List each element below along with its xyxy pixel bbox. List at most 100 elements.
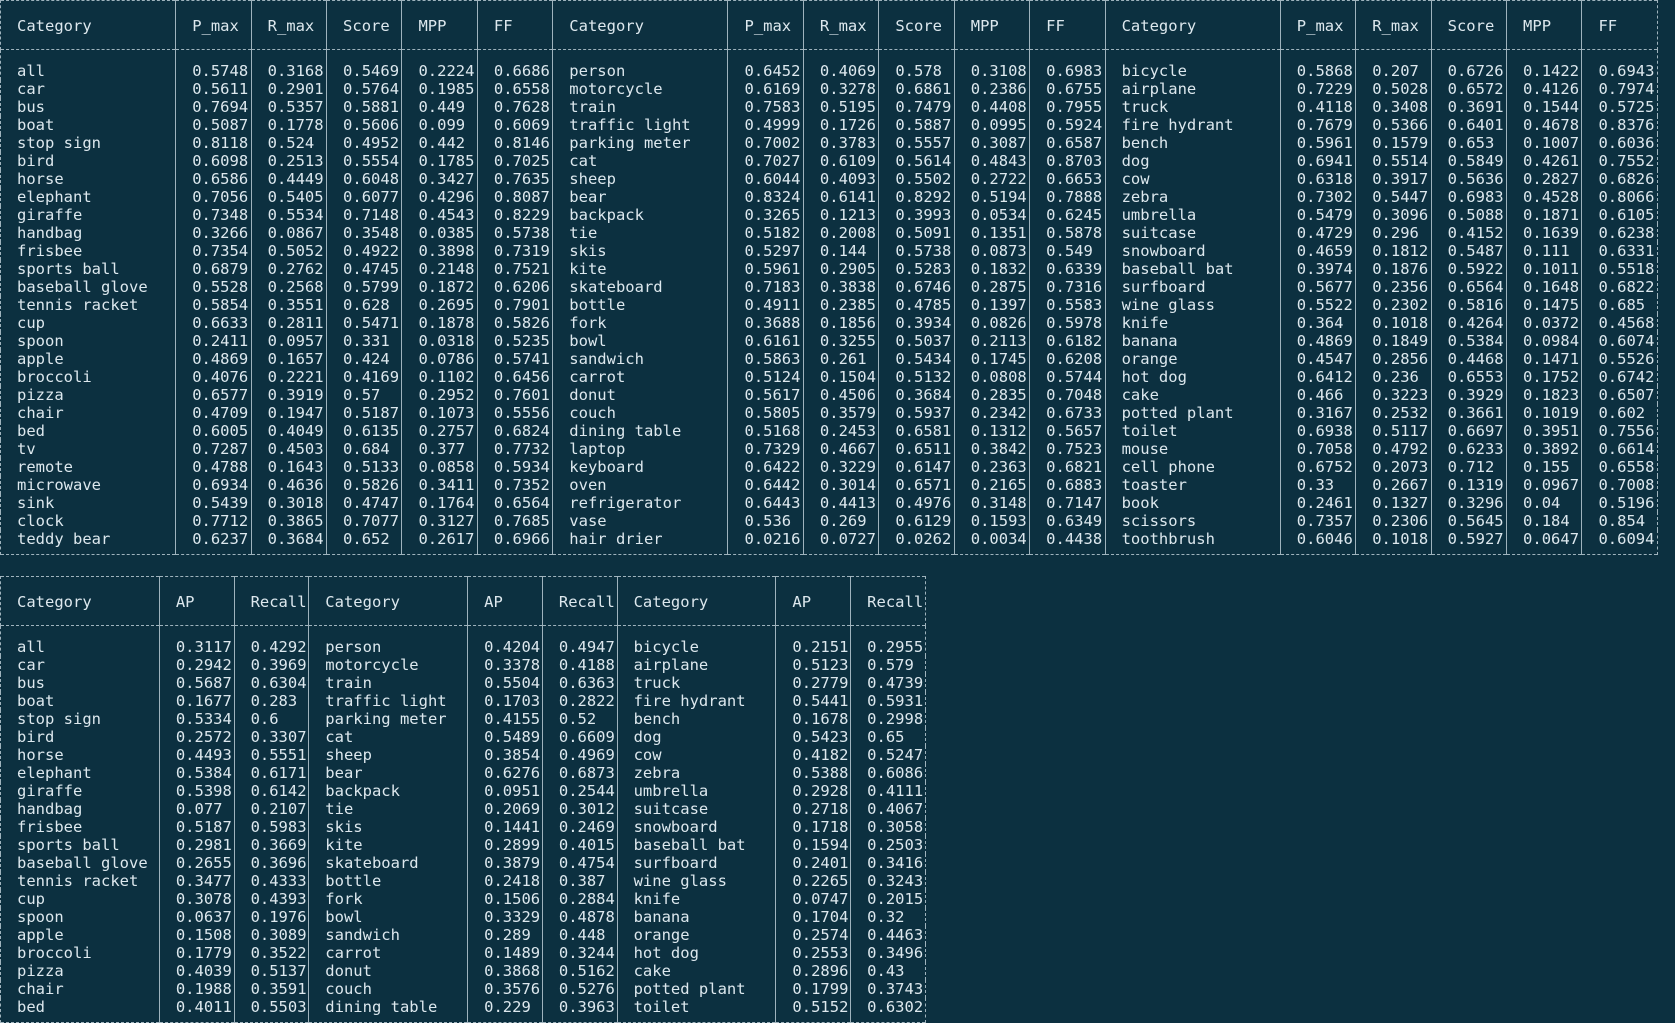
- table-row: sink 0.5439 0.3018 0.4747 0.1764 0.6564 refrig…: [0, 494, 1658, 512]
- table-cell: 0.2363: [953, 458, 1030, 476]
- table-cell: 0.7901: [476, 296, 553, 314]
- table-row: handbag 0.3266 0.0867 0.3548 0.0385 0.5738 tie…: [0, 224, 1658, 242]
- table-header-row: Category P_max R_max Score MPP FF Category P_ma…: [0, 0, 1658, 50]
- table-cell: 0.5123: [775, 656, 851, 674]
- table-cell: 0.6456: [476, 368, 553, 386]
- table-cell: 0.4568: [1581, 314, 1658, 332]
- table-cell: 0.1422: [1506, 49, 1582, 80]
- table-cell: 0.3096: [1355, 206, 1432, 224]
- table-cell: 0.1785: [401, 152, 478, 170]
- table-cell: 0.5384: [158, 764, 235, 782]
- table-cell: 0.1871: [1506, 206, 1582, 224]
- column-header: Category: [1104, 0, 1281, 50]
- table-cell: 0.8324: [727, 188, 804, 206]
- table-row: apple 0.1508 0.3089 sandwich 0.289 0.448 orang…: [0, 926, 926, 944]
- table-row: baseball glove 0.2655 0.3696 skateboard 0.38…: [0, 854, 926, 872]
- table-row: car 0.2942 0.3969 motorcycle 0.3378 0.4188 air…: [0, 656, 926, 674]
- table-cell: 0.5636: [1430, 170, 1507, 188]
- table-cell: 0.6442: [727, 476, 804, 494]
- table-cell: kite: [308, 836, 468, 854]
- table-cell: 0.6036: [1581, 134, 1658, 152]
- table-cell: 0.1876: [1355, 260, 1432, 278]
- table-cell: 0.4506: [802, 386, 879, 404]
- table-cell: 0.4709: [175, 404, 252, 422]
- table-cell: boat: [0, 692, 160, 710]
- table-cell: 0.6752: [1279, 458, 1356, 476]
- table-cell: skis: [308, 818, 468, 836]
- table-cell: 0.4678: [1506, 116, 1582, 134]
- table-cell: dining table: [552, 422, 728, 440]
- table-cell: knife: [616, 890, 776, 908]
- table-cell: bench: [1104, 134, 1281, 152]
- detection-metrics-table: Category P_max R_max Score MPP FF Category P_ma…: [0, 0, 1658, 555]
- table-cell: broccoli: [0, 368, 176, 386]
- column-header: P_max: [727, 0, 804, 50]
- column-header: R_max: [802, 0, 879, 50]
- table-cell: 0.4869: [175, 350, 252, 368]
- table-row: bus 0.7694 0.5357 0.5881 0.449 0.7628 train 0.7…: [0, 98, 1658, 116]
- table-cell: 0.5863: [727, 350, 804, 368]
- table-cell: boat: [0, 116, 176, 134]
- table-cell: sports ball: [0, 836, 160, 854]
- table-cell: orange: [616, 926, 776, 944]
- table-cell: 0.236: [1355, 368, 1432, 386]
- table-cell: 0.4333: [233, 872, 309, 890]
- table-row: bed 0.4011 0.5503 dining table 0.229 0.3963 to…: [0, 998, 926, 1023]
- table-cell: 0.3919: [250, 386, 327, 404]
- table-cell: cow: [1104, 170, 1281, 188]
- table-cell: 0.4729: [1279, 224, 1356, 242]
- table-cell: 0.5526: [1581, 350, 1658, 368]
- table-cell: 0.2503: [850, 836, 926, 854]
- table-cell: bear: [308, 764, 468, 782]
- table-cell: 0.6697: [1430, 422, 1507, 440]
- table-cell: 0.5502: [878, 170, 955, 188]
- table-cell: 0.7302: [1279, 188, 1356, 206]
- table-cell: spoon: [0, 908, 160, 926]
- table-cell: 0.5978: [1029, 314, 1106, 332]
- table-cell: 0.0385: [401, 224, 478, 242]
- table-row: clock 0.7712 0.3865 0.7077 0.3127 0.7685 vase 0…: [0, 512, 1658, 530]
- table-cell: 0.5764: [326, 80, 402, 98]
- table-cell: 0.6363: [541, 674, 618, 692]
- table-cell: 0.2998: [850, 710, 926, 728]
- table-cell: 0.8376: [1581, 116, 1658, 134]
- table-row: bed 0.6005 0.4049 0.6135 0.2757 0.6824 dining …: [0, 422, 1658, 440]
- table-cell: stop sign: [0, 710, 160, 728]
- table-cell: 0.3496: [850, 944, 926, 962]
- table-cell: 0.2221: [250, 368, 327, 386]
- table-cell: 0.6755: [1029, 80, 1106, 98]
- table-row: stop sign 0.5334 0.6 parking meter 0.4155 0.5…: [0, 710, 926, 728]
- table-cell: 0.3078: [158, 890, 235, 908]
- table-row: cup 0.3078 0.4393 fork 0.1506 0.2884 knife 0.07…: [0, 890, 926, 908]
- column-header: Category: [616, 576, 776, 626]
- table-cell: 0.0951: [467, 782, 543, 800]
- table-cell: 0.6966: [476, 530, 553, 555]
- table-cell: 0.6098: [175, 152, 252, 170]
- table-cell: 0.5849: [1430, 152, 1507, 170]
- table-cell: 0.6304: [233, 674, 309, 692]
- table-row: spoon 0.0637 0.1976 bowl 0.3329 0.4878 banana 0…: [0, 908, 926, 926]
- table-cell: 0.5196: [1581, 494, 1658, 512]
- table-cell: 0.3579: [802, 404, 879, 422]
- table-row: all 0.3117 0.4292 person 0.4204 0.4947 bicycle…: [0, 625, 926, 656]
- table-cell: 0.2411: [175, 332, 252, 350]
- table-cell: 0.099: [401, 116, 478, 134]
- table-cell: 0.7319: [476, 242, 553, 260]
- table-cell: horse: [0, 746, 160, 764]
- table-cell: 0.1745: [953, 350, 1030, 368]
- table-cell: 0.7002: [727, 134, 804, 152]
- table-cell: 0.296: [1355, 224, 1432, 242]
- table-cell: fire hydrant: [1104, 116, 1281, 134]
- table-cell: horse: [0, 170, 176, 188]
- table-cell: 0.0826: [953, 314, 1030, 332]
- table-cell: 0.6934: [175, 476, 252, 494]
- table-cell: frisbee: [0, 818, 160, 836]
- column-header: P_max: [1279, 0, 1356, 50]
- table-cell: 0.3951: [1506, 422, 1582, 440]
- table-cell: bear: [552, 188, 728, 206]
- table-cell: 0.6238: [1581, 224, 1658, 242]
- table-cell: 0.6135: [326, 422, 402, 440]
- table-cell: 0.3167: [1279, 404, 1356, 422]
- column-header: Category: [552, 0, 728, 50]
- table-cell: 0.2306: [1355, 512, 1432, 530]
